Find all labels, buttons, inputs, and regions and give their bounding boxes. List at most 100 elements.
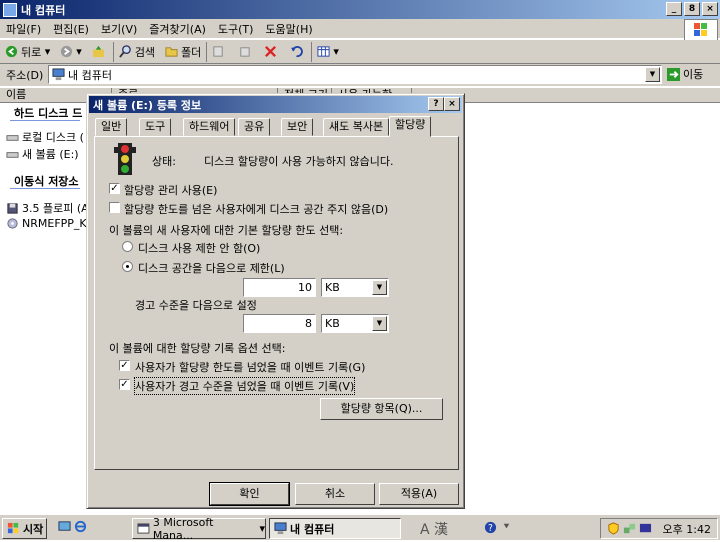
list-item[interactable]: 3.5 플로피 (A bbox=[6, 200, 89, 216]
options-icon[interactable] bbox=[500, 521, 513, 534]
ime-indicator[interactable]: A 漢 bbox=[420, 519, 448, 539]
limit-to-radio[interactable] bbox=[122, 261, 133, 272]
drive-icon bbox=[6, 134, 19, 141]
tab-security[interactable]: 보안 bbox=[281, 118, 314, 136]
warn-unit-select[interactable]: KB ▼ bbox=[321, 314, 389, 333]
start-label: 시작 bbox=[23, 522, 44, 536]
go-button[interactable]: 이동 bbox=[667, 66, 703, 82]
log-exceed-limit-checkbox[interactable]: ✓ bbox=[119, 360, 130, 371]
log-exceed-warn-checkbox[interactable]: ✓ bbox=[119, 379, 130, 390]
svg-text:?: ? bbox=[488, 523, 493, 534]
properties-dialog: 새 볼륨 (E:) 등록 정보 ? × 일반 도구 하드웨어 공유 보안 섀도 … bbox=[86, 93, 465, 509]
ok-button[interactable]: 확인 bbox=[209, 482, 290, 506]
chevron-down-icon[interactable]: ▼ bbox=[372, 316, 387, 331]
forward-button[interactable]: ▾ bbox=[55, 42, 87, 62]
apply-button[interactable]: 적용(A) bbox=[379, 483, 459, 505]
task1-label: 3 Microsoft Mana... bbox=[152, 515, 214, 542]
close-button[interactable]: × bbox=[702, 2, 718, 16]
go-arrow-icon bbox=[667, 67, 680, 81]
dialog-help-button[interactable]: ? bbox=[428, 97, 444, 111]
start-button[interactable]: 시작 bbox=[2, 518, 47, 539]
menu-favorites[interactable]: 즐겨찾기(A) bbox=[143, 21, 212, 37]
limit-unit-select[interactable]: KB ▼ bbox=[321, 278, 389, 297]
default-limit-heading: 이 볼륨의 새 사용자에 대한 기본 할당량 한도 선택: bbox=[109, 224, 344, 237]
copy-to-button[interactable] bbox=[233, 42, 259, 62]
search-button[interactable]: 검색 bbox=[112, 41, 160, 62]
warn-value-input[interactable]: 8 bbox=[243, 314, 316, 333]
quota-entries-button[interactable]: 할당량 항목(Q)... bbox=[320, 398, 443, 420]
deny-space-label[interactable]: 할당량 한도를 넘은 사용자에게 디스크 공간 주지 않음(D) bbox=[124, 201, 388, 217]
undo-button[interactable] bbox=[285, 42, 311, 62]
clock[interactable]: 오후 1:42 bbox=[663, 521, 711, 537]
internet-explorer-icon[interactable] bbox=[74, 520, 87, 533]
tab-tools[interactable]: 도구 bbox=[139, 118, 172, 136]
enable-quota-label[interactable]: 할당량 관리 사용(E) bbox=[124, 182, 217, 198]
taskbar: 시작 3 Microsoft Mana... ▾ 내 컴퓨터 A 漢 ? 오후 … bbox=[0, 514, 720, 542]
limit-value-input[interactable]: 10 bbox=[243, 278, 316, 297]
address-label: 주소(D) bbox=[6, 69, 44, 82]
move-to-button[interactable] bbox=[206, 41, 233, 62]
log-exceed-limit-label[interactable]: 사용자가 할당량 한도를 넘었을 때 이벤트 기록(G) bbox=[135, 359, 365, 375]
folders-button[interactable]: 폴더 bbox=[160, 42, 206, 62]
search-label: 검색 bbox=[134, 45, 156, 59]
menu-view[interactable]: 보기(V) bbox=[95, 21, 143, 37]
shield-icon[interactable] bbox=[607, 522, 620, 535]
no-limit-label[interactable]: 디스크 사용 제한 안 함(O) bbox=[138, 240, 260, 256]
address-dropdown-arrow[interactable]: ▼ bbox=[645, 67, 660, 82]
display-icon[interactable] bbox=[639, 522, 652, 535]
taskbar-item-my-computer[interactable]: 내 컴퓨터 bbox=[269, 518, 401, 539]
limit-to-label[interactable]: 디스크 공간을 다음으로 제한(L) bbox=[138, 260, 285, 276]
tab-shadow-copies[interactable]: 섀도 복사본 bbox=[323, 118, 390, 136]
menu-tools[interactable]: 도구(T) bbox=[212, 21, 260, 37]
help-icon[interactable]: ? bbox=[484, 521, 497, 534]
list-item[interactable]: 로컬 디스크 ( bbox=[6, 129, 84, 145]
computer-icon bbox=[52, 68, 65, 81]
copy-to-icon bbox=[240, 47, 250, 57]
deny-space-checkbox[interactable] bbox=[109, 202, 120, 213]
group-divider bbox=[10, 188, 80, 189]
taskbar-item-mmc[interactable]: 3 Microsoft Mana... ▾ bbox=[132, 515, 266, 542]
quick-launch bbox=[58, 520, 90, 533]
tab-general[interactable]: 일반 bbox=[95, 118, 128, 136]
list-item[interactable]: NRMEFPP_K bbox=[6, 217, 87, 230]
log-options-heading: 이 볼륨에 대한 할당량 기록 옵션 선택: bbox=[109, 342, 286, 355]
back-label: 뒤로 bbox=[21, 45, 42, 59]
restore-button[interactable]: 8 bbox=[684, 2, 700, 16]
log-exceed-warn-label[interactable]: 사용자가 경고 수준을 넘었을 때 이벤트 기록(V) bbox=[133, 377, 356, 395]
go-label: 이동 bbox=[683, 68, 704, 81]
task2-label: 내 컴퓨터 bbox=[290, 522, 335, 536]
group-hard-disks: 하드 디스크 드 bbox=[14, 107, 83, 120]
address-input[interactable]: 내 컴퓨터 ▼ bbox=[48, 65, 662, 84]
window-titlebar[interactable]: 내 컴퓨터 _ 8 × bbox=[0, 0, 720, 19]
tab-sharing[interactable]: 공유 bbox=[238, 118, 271, 136]
list-item[interactable]: 새 볼륨 (E:) bbox=[6, 146, 79, 162]
limit-unit-value: KB bbox=[325, 281, 340, 294]
computer-icon bbox=[3, 2, 17, 17]
up-folder-button[interactable] bbox=[87, 42, 113, 62]
enable-quota-checkbox[interactable]: ✓ bbox=[109, 183, 120, 194]
drive-c-label: 로컬 디스크 ( bbox=[22, 131, 84, 144]
tab-hardware[interactable]: 하드웨어 bbox=[183, 118, 236, 136]
language-bar: ? bbox=[484, 521, 516, 534]
show-desktop-icon[interactable] bbox=[58, 520, 71, 533]
no-limit-radio[interactable] bbox=[122, 241, 133, 252]
warn-level-label: 경고 수준을 다음으로 설정 bbox=[135, 299, 257, 312]
network-icon[interactable] bbox=[623, 522, 636, 535]
window-title: 내 컴퓨터 bbox=[21, 3, 66, 17]
views-button[interactable]: ▾ bbox=[311, 41, 344, 62]
folders-label: 폴더 bbox=[181, 45, 202, 59]
delete-button[interactable] bbox=[259, 42, 285, 62]
minimize-button[interactable]: _ bbox=[666, 2, 682, 16]
tab-quota[interactable]: 할당량 bbox=[389, 116, 432, 137]
dialog-titlebar[interactable]: 새 볼륨 (E:) 등록 정보 ? × bbox=[89, 96, 462, 113]
menu-help[interactable]: 도움말(H) bbox=[259, 21, 318, 37]
chevron-down-icon[interactable]: ▼ bbox=[372, 280, 387, 295]
menu-edit[interactable]: 편집(E) bbox=[47, 21, 95, 37]
cancel-button[interactable]: 취소 bbox=[295, 483, 375, 505]
cd-drive-label: NRMEFPP_K bbox=[22, 217, 87, 230]
move-to-icon bbox=[213, 46, 223, 57]
back-button[interactable]: 뒤로 ▾ bbox=[0, 42, 55, 62]
menu-file[interactable]: 파일(F) bbox=[0, 21, 47, 37]
dialog-close-button[interactable]: × bbox=[444, 97, 460, 111]
delete-x-icon bbox=[265, 46, 277, 57]
